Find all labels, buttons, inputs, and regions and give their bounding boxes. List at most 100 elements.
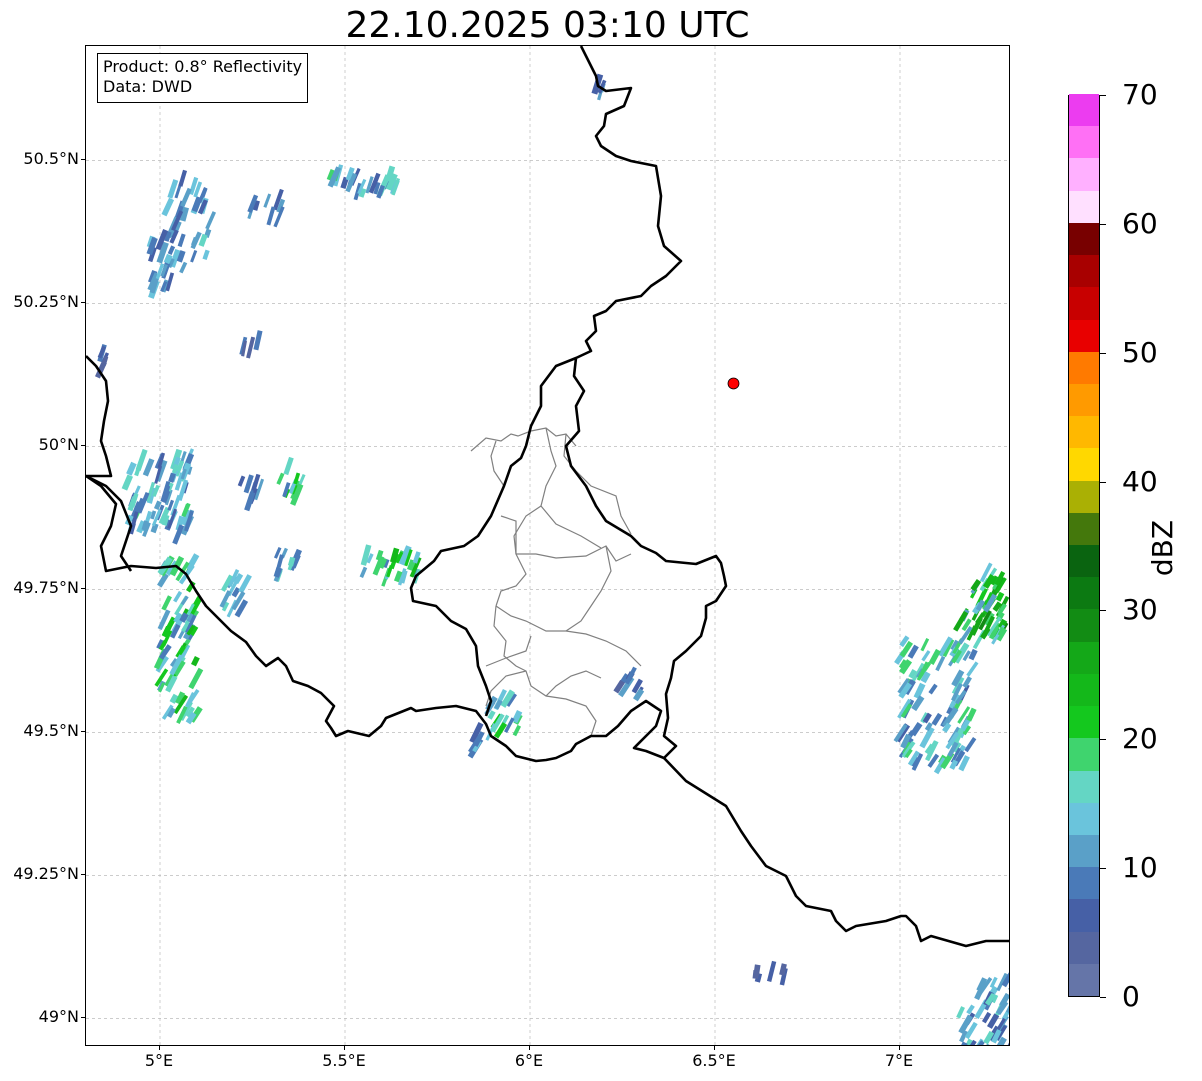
colorbar-segment	[1069, 834, 1099, 868]
echo-bin	[178, 169, 188, 187]
lon-tick-mark	[159, 1046, 160, 1050]
lat-tick-mark	[81, 302, 85, 304]
colorbar-segment	[1069, 190, 1099, 223]
echo-bin	[928, 683, 938, 695]
canton-boundary	[490, 440, 505, 487]
echo-bin	[161, 197, 175, 217]
lat-tick-mark	[81, 1017, 85, 1019]
colorbar-segment	[1069, 608, 1099, 642]
lat-tick-mark	[81, 159, 85, 161]
colorbar-segment	[1069, 544, 1099, 578]
colorbar	[1068, 93, 1100, 997]
colorbar-segment	[1069, 576, 1099, 610]
colorbar-tick-mark	[1100, 739, 1106, 741]
lon-tick-label: 6°E	[514, 1051, 544, 1070]
echo-bin	[168, 472, 176, 483]
echo-bin	[191, 655, 200, 667]
echo-bin	[190, 231, 202, 250]
lon-tick-mark	[529, 1046, 530, 1050]
chart-title: 22.10.2025 03:10 UTC	[345, 5, 750, 46]
echo-bin	[202, 249, 210, 261]
lat-tick-label: 49°N	[38, 1007, 79, 1027]
colorbar-segment	[1069, 447, 1099, 481]
echo-bin	[142, 458, 155, 477]
colorbar-segment	[1069, 866, 1099, 900]
country-border	[409, 356, 577, 717]
canton-boundary	[545, 670, 602, 697]
lat-tick-label: 50.5°N	[23, 149, 79, 169]
lon-tick-label: 6.5°E	[692, 1051, 736, 1070]
colorbar-unit-label: dBZ	[1146, 519, 1179, 577]
colorbar-segment	[1069, 480, 1099, 513]
echo-bin	[177, 233, 186, 248]
canton-boundary	[513, 505, 542, 555]
map-panel[interactable]	[85, 45, 1010, 1046]
echo-bin	[205, 211, 217, 230]
echo-bin	[283, 456, 294, 476]
gridlines	[86, 46, 1009, 1045]
colorbar-segment	[1069, 512, 1099, 545]
echo-bin	[512, 724, 522, 737]
echo-bin	[1006, 1032, 1009, 1045]
radar-site-marker[interactable]	[727, 377, 740, 390]
echo-bin	[359, 566, 368, 578]
canton-boundary	[563, 433, 632, 535]
colorbar-segment	[1069, 286, 1099, 320]
colorbar-segment	[1069, 383, 1099, 417]
colorbar-segment	[1069, 641, 1099, 674]
canton-boundary	[516, 545, 632, 562]
colorbar-tick-mark	[1100, 868, 1106, 870]
info-box: Product: 0.8° Reflectivity Data: DWD	[97, 53, 309, 103]
colorbar-tick-label: 0	[1122, 980, 1140, 1013]
echo-bin	[970, 578, 982, 592]
lat-tick-mark	[81, 874, 85, 876]
echo-bin	[920, 638, 930, 652]
lat-tick-label: 49.25°N	[13, 864, 79, 884]
colorbar-tick-label: 50	[1122, 335, 1158, 369]
canton-boundary	[493, 605, 597, 737]
country-border	[86, 474, 133, 572]
canton-boundary	[485, 635, 532, 667]
reflectivity-echoes	[95, 73, 1009, 1045]
colorbar-segment	[1069, 157, 1099, 191]
colorbar-segment	[1069, 351, 1099, 384]
echo-bin	[962, 676, 972, 689]
colorbar-segment	[1069, 415, 1099, 449]
map-canvas[interactable]	[86, 46, 1010, 1046]
lon-tick-mark	[899, 1046, 900, 1050]
lat-tick-label: 50.25°N	[13, 292, 79, 312]
lon-tick-label: 5°E	[144, 1051, 174, 1070]
colorbar-segment	[1069, 770, 1099, 803]
colorbar-tick-mark	[1100, 481, 1106, 483]
echo-bin	[921, 650, 931, 662]
lat-tick-label: 50°N	[38, 435, 79, 455]
canton-boundary	[565, 545, 612, 632]
echo-bin	[766, 960, 777, 982]
echo-bin	[263, 193, 272, 208]
echo-bin	[968, 648, 978, 661]
echo-bin	[931, 712, 943, 726]
colorbar-segment	[1069, 319, 1099, 352]
echo-bin	[237, 475, 246, 487]
colorbar-tick-mark	[1100, 610, 1106, 612]
echo-bin	[179, 261, 188, 274]
colorbar-segment	[1069, 737, 1099, 771]
radar-site-dot[interactable]	[727, 377, 740, 390]
lon-tick-label: 7°E	[884, 1051, 914, 1070]
echo-bin	[253, 330, 263, 351]
lat-tick-mark	[81, 445, 85, 447]
colorbar-tick-label: 60	[1122, 206, 1158, 240]
canton-boundary	[470, 427, 577, 452]
colorbar-segment	[1069, 673, 1099, 707]
echo-bin	[161, 595, 172, 611]
colorbar-tick-label: 20	[1122, 722, 1158, 756]
colorbar-segment	[1069, 125, 1099, 159]
lon-tick-mark	[344, 1046, 345, 1050]
colorbar-segment	[1069, 963, 1099, 996]
colorbar-tick-mark	[1100, 95, 1106, 96]
echo-bin	[190, 249, 198, 263]
colorbar-segment	[1069, 254, 1099, 288]
echo-bin	[956, 1006, 965, 1019]
colorbar-tick-label: 10	[1122, 851, 1158, 885]
echo-bin	[954, 1041, 968, 1045]
